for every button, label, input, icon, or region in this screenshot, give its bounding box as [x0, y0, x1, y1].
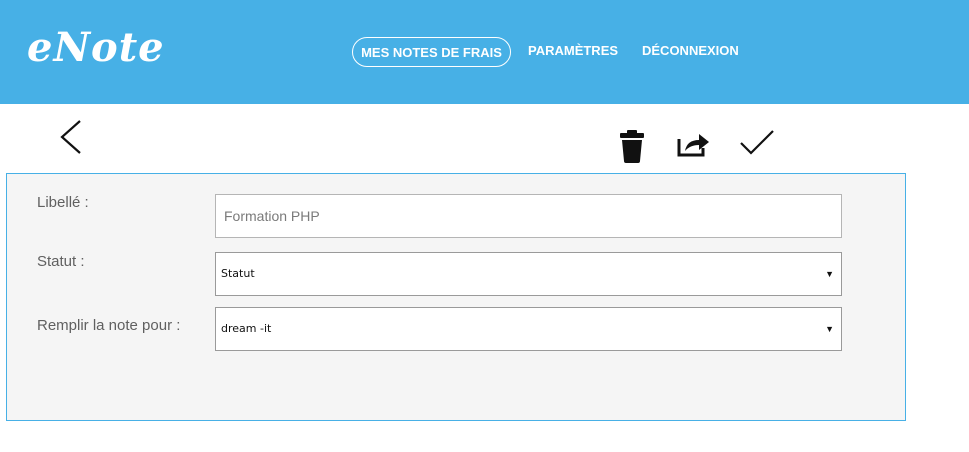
chevron-left-icon: [60, 120, 81, 154]
delete-button[interactable]: [619, 128, 645, 164]
libelle-input[interactable]: [215, 194, 842, 238]
trash-icon: [620, 130, 644, 163]
app-logo[interactable]: eNote: [27, 24, 165, 71]
back-button[interactable]: [56, 119, 86, 155]
caret-down-icon: ▼: [825, 269, 834, 279]
caret-down-icon: ▼: [825, 324, 834, 334]
statut-select[interactable]: Statut ▼: [215, 252, 842, 296]
expense-form: Libellé : Statut : Statut ▼ Remplir la n…: [6, 173, 906, 421]
app-header: eNote MES NOTES DE FRAIS PARAMÈTRES DÉCO…: [0, 0, 969, 104]
libelle-label: Libellé :: [37, 194, 89, 211]
save-button[interactable]: [739, 129, 775, 157]
remplir-label: Remplir la note pour :: [37, 317, 181, 334]
remplir-select-value: dream -it: [221, 322, 272, 335]
nav-parametres[interactable]: PARAMÈTRES: [528, 36, 618, 66]
share-icon: [677, 134, 709, 157]
check-icon: [740, 130, 774, 155]
share-button[interactable]: [676, 131, 710, 157]
statut-label: Statut :: [37, 253, 85, 270]
statut-select-value: Statut: [221, 267, 255, 280]
remplir-select[interactable]: dream -it ▼: [215, 307, 842, 351]
nav-deconnexion[interactable]: DÉCONNEXION: [642, 36, 739, 66]
nav-mes-notes-de-frais[interactable]: MES NOTES DE FRAIS: [352, 37, 511, 67]
